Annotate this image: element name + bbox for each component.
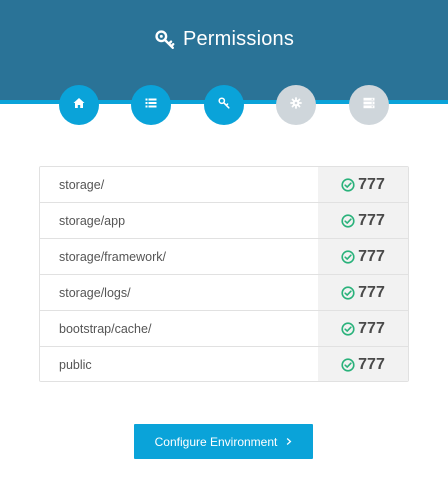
- check-circle-icon: [341, 213, 355, 228]
- permission-status: 777: [318, 167, 408, 202]
- chevron-right-icon: [286, 435, 292, 449]
- configure-environment-button[interactable]: Configure Environment: [134, 424, 313, 459]
- permission-status: 777: [318, 311, 408, 346]
- folder-path: storage/logs/: [40, 275, 318, 310]
- permission-value: 777: [358, 319, 385, 337]
- permission-value: 777: [358, 355, 385, 373]
- step-permissions[interactable]: [204, 85, 244, 125]
- check-circle-icon: [341, 249, 355, 264]
- folder-path: bootstrap/cache/: [40, 311, 318, 346]
- wizard-steps: [0, 85, 448, 125]
- permission-status: 777: [318, 347, 408, 381]
- table-row: public 777: [40, 347, 408, 381]
- check-circle-icon: [341, 177, 355, 192]
- check-circle-icon: [341, 285, 355, 300]
- gear-icon: [290, 96, 302, 114]
- folder-path: storage/framework/: [40, 239, 318, 274]
- key-icon: [218, 96, 230, 114]
- permissions-table: storage/777 storage/app 777 storage/framewo…: [39, 166, 409, 382]
- step-requirements[interactable]: [131, 85, 171, 125]
- table-row: storage/app 777: [40, 203, 408, 239]
- permission-value: 777: [358, 175, 385, 193]
- table-row: storage/777: [40, 167, 408, 203]
- permission-value: 777: [358, 247, 385, 265]
- table-row: storage/logs/777: [40, 275, 408, 311]
- button-label: Configure Environment: [154, 434, 278, 449]
- folder-path: storage/: [40, 167, 318, 202]
- permission-value: 777: [358, 211, 385, 229]
- permission-status: 777: [318, 275, 408, 310]
- page-title-row: Permissions: [0, 28, 448, 51]
- page-title: Permissions: [182, 28, 295, 50]
- table-row: storage/framework/777: [40, 239, 408, 275]
- permission-status: 777: [318, 203, 408, 238]
- server-icon: [363, 96, 375, 114]
- step-home[interactable]: [59, 85, 99, 125]
- step-environment[interactable]: [276, 85, 316, 125]
- folder-path: public: [40, 347, 318, 381]
- key-icon: [154, 29, 176, 51]
- permission-status: 777: [318, 239, 408, 274]
- step-final[interactable]: [349, 85, 389, 125]
- check-circle-icon: [341, 321, 355, 336]
- list-icon: [145, 96, 157, 114]
- table-row: bootstrap/cache/777: [40, 311, 408, 347]
- permission-value: 777: [358, 283, 385, 301]
- folder-path: storage/app: [40, 203, 318, 238]
- home-icon: [73, 96, 85, 114]
- check-circle-icon: [341, 357, 355, 372]
